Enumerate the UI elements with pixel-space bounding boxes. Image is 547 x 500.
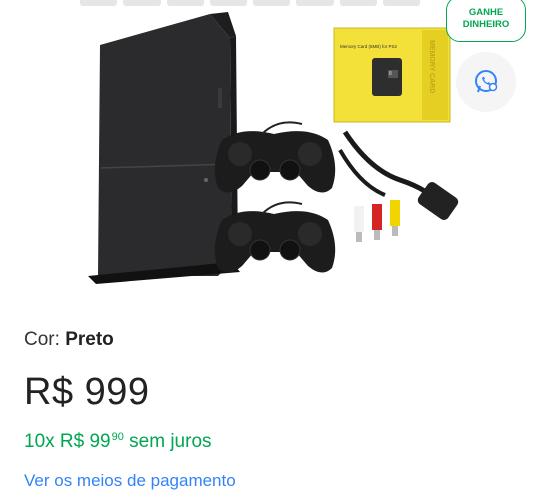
color-value: Preto xyxy=(65,329,114,350)
payment-methods-link[interactable]: Ver os meios de pagamento xyxy=(24,471,236,491)
product-image[interactable]: Memory Card (8MB) for PS2 MEMORY CARD 8 xyxy=(0,0,547,300)
memory-card-label: Memory Card (8MB) for PS2 xyxy=(340,44,398,49)
color-label: Cor: xyxy=(24,329,60,350)
installments: 10x R$ 9990 sem juros xyxy=(24,431,212,453)
memory-card-side-label: MEMORY CARD xyxy=(428,40,435,93)
badge-line-1: GANHE xyxy=(468,7,504,18)
installments-amount: 10x R$ 99 xyxy=(24,431,111,452)
badge-line-2: DINHEIRO xyxy=(462,19,510,30)
color-selector[interactable]: Cor: Preto xyxy=(24,329,114,351)
av-cable-image xyxy=(338,130,459,242)
ganhe-dinheiro-badge[interactable]: GANHE DINHEIRO xyxy=(446,0,526,42)
whatsapp-share-button[interactable] xyxy=(456,52,516,112)
whatsapp-icon xyxy=(475,70,498,93)
memory-card-size: 8 xyxy=(389,71,392,77)
installments-suffix: sem juros xyxy=(129,431,212,452)
installments-cents: 90 xyxy=(111,431,124,443)
price: R$ 999 xyxy=(24,371,150,413)
